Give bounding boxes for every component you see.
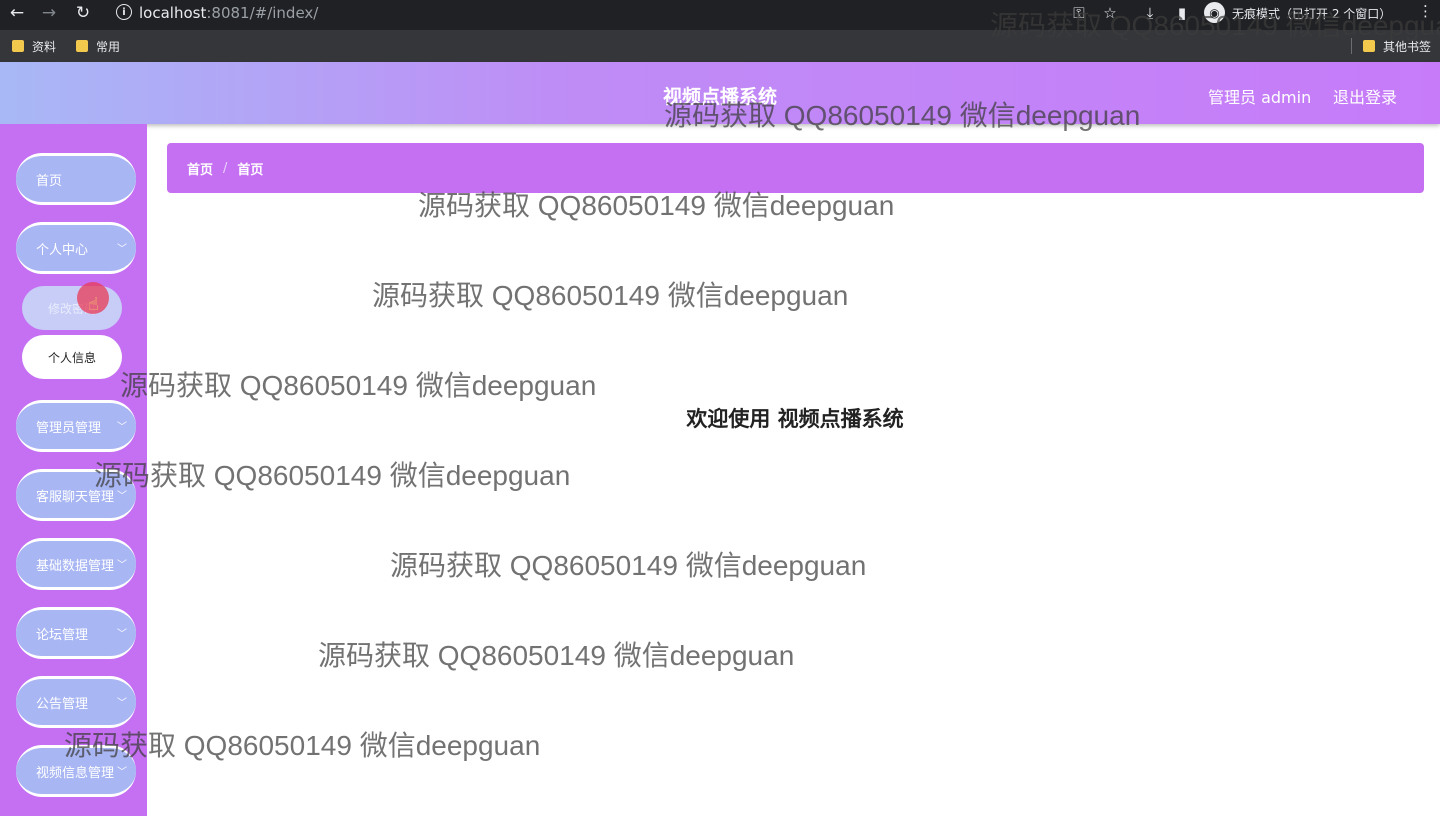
other-bookmarks[interactable]: 其他书签: [1363, 37, 1431, 55]
sidebar-item-notice-management[interactable]: 公告管理 ﹀: [16, 676, 136, 728]
address-bar[interactable]: i localhost:8081/#/index/: [106, 2, 1086, 24]
incognito-icon[interactable]: ◉: [1204, 2, 1225, 23]
key-icon[interactable]: ⚿: [1068, 2, 1090, 24]
hand-cursor-icon: ☝: [88, 294, 99, 315]
sidebar-item-label: 客服聊天管理: [36, 489, 115, 505]
chevron-down-icon: ﹀: [117, 629, 127, 640]
sidebar-item-label: 公告管理: [36, 696, 89, 712]
download-icon[interactable]: ⤓: [1139, 2, 1161, 24]
sidebar-subitem-label: 个人信息: [47, 350, 96, 365]
star-icon[interactable]: ☆: [1099, 2, 1121, 24]
chevron-down-icon: ﹀: [117, 698, 127, 709]
current-user: 管理员 admin: [1208, 88, 1312, 107]
url-text: localhost:8081/#/index/: [139, 4, 319, 22]
sidebar-item-base-data-management[interactable]: 基础数据管理 ﹀: [16, 538, 136, 590]
sidebar-item-label: 个人中心: [36, 242, 89, 258]
incognito-label: 无痕模式（已打开 2 个窗口）: [1232, 7, 1392, 21]
chevron-down-icon: ﹀: [117, 560, 127, 571]
folder-icon: [1363, 40, 1375, 52]
bookmark-folder[interactable]: 常用: [76, 37, 120, 55]
chevron-down-icon: ﹀: [117, 767, 127, 778]
watermark-text: 源码获取 QQ86050149 微信deepguan: [318, 640, 795, 671]
folder-icon: [12, 40, 24, 52]
site-info-icon[interactable]: i: [116, 4, 132, 20]
watermark-text: 源码获取 QQ86050149 微信deepguan: [120, 370, 597, 401]
bookmarks-divider: [1351, 38, 1352, 54]
breadcrumb-separator: /: [223, 160, 228, 176]
sidebar-item-chat-management[interactable]: 客服聊天管理 ﹀: [16, 469, 136, 521]
folder-icon: [76, 40, 88, 52]
reload-icon[interactable]: ↻: [70, 0, 96, 26]
sidebar: 首页 个人中心 ﹀ 修改密码 个人信息 ☝ 管理员管理 ﹀ 客服聊天管理 ﹀ 基…: [0, 124, 147, 816]
sidebar-item-label: 管理员管理: [36, 420, 102, 436]
sidebar-item-label: 论坛管理: [36, 627, 89, 643]
sidebar-item-personal-center[interactable]: 个人中心 ﹀: [16, 222, 136, 274]
breadcrumb-item[interactable]: 首页: [187, 159, 213, 178]
menu-icon[interactable]: ⋮: [1418, 2, 1433, 20]
sidebar-subitem-personal-info[interactable]: 个人信息: [22, 335, 122, 379]
breadcrumb: 首页 / 首页: [167, 143, 1424, 193]
chevron-down-icon: ﹀: [117, 491, 127, 502]
forward-icon[interactable]: →: [36, 0, 62, 26]
sidebar-item-label: 首页: [36, 173, 63, 189]
sidebar-item-label: 视频信息管理: [36, 765, 115, 781]
back-icon[interactable]: ←: [4, 0, 30, 26]
watermark-text: 源码获取 QQ86050149 微信deepguan: [390, 550, 867, 581]
sidebar-item-admin-management[interactable]: 管理员管理 ﹀: [16, 400, 136, 452]
bookmark-folder[interactable]: 资料: [12, 37, 56, 55]
watermark-text: 源码获取 QQ86050149 微信deepguan: [372, 280, 849, 311]
breadcrumb-item: 首页: [237, 162, 264, 178]
sidebar-item-forum-management[interactable]: 论坛管理 ﹀: [16, 607, 136, 659]
app-header: 视频点播系统 管理员 admin 退出登录: [0, 62, 1440, 124]
sidepanel-icon[interactable]: ▮: [1171, 2, 1193, 24]
sidebar-item-label: 基础数据管理: [36, 558, 115, 574]
sidebar-item-video-management[interactable]: 视频信息管理 ﹀: [16, 745, 136, 797]
sidebar-item-home[interactable]: 首页: [16, 153, 136, 205]
browser-toolbar: ← → ↻ i localhost:8081/#/index/ ⚿ ☆ ⤓ ▮ …: [0, 0, 1440, 30]
chevron-down-icon: ﹀: [117, 244, 127, 255]
welcome-message: 欢迎使用 视频点播系统: [686, 407, 904, 431]
watermark-text: 源码获取 QQ86050149 微信deepguan: [94, 460, 571, 491]
logout-button[interactable]: 退出登录: [1333, 84, 1397, 108]
bookmarks-bar: 资料 常用 其他书签: [0, 30, 1440, 62]
chevron-down-icon: ﹀: [117, 422, 127, 433]
